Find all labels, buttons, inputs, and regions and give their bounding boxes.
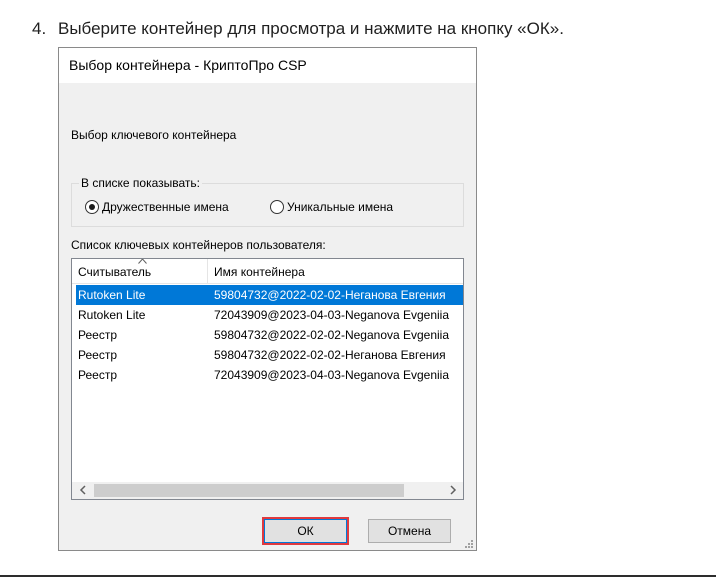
row-reader: Rutoken Lite [78, 288, 146, 302]
column-header-reader[interactable]: Считыватель [78, 265, 151, 279]
column-header-container[interactable]: Имя контейнера [214, 265, 305, 279]
radio-unchecked-icon [270, 200, 284, 214]
group-legend: В списке показывать: [79, 176, 203, 190]
list-row[interactable]: Реестр 59804732@2022-02-02-Неганова Евге… [76, 345, 463, 365]
row-reader: Rutoken Lite [78, 308, 146, 322]
row-reader: Реестр [78, 328, 117, 342]
dialog-titlebar[interactable]: Выбор контейнера - КриптоПро CSP [59, 48, 476, 83]
cancel-button[interactable]: Отмена [368, 519, 451, 543]
row-reader: Реестр [78, 368, 117, 382]
column-divider[interactable] [207, 259, 208, 283]
list-row[interactable]: Rutoken Lite 72043909@2023-04-03-Neganov… [76, 305, 463, 325]
row-reader: Реестр [78, 348, 117, 362]
step-text: Выберите контейнер для просмотра и нажми… [58, 19, 564, 38]
radio-friendly-names[interactable]: Дружественные имена [85, 200, 229, 214]
container-select-dialog: Выбор контейнера - КриптоПро CSP Выбор к… [58, 47, 477, 551]
row-container: 59804732@2022-02-02-Neganova Evgeniia [214, 328, 450, 342]
list-label: Список ключевых контейнеров пользователя… [71, 238, 326, 252]
section-label: Выбор ключевого контейнера [71, 128, 237, 142]
chevron-right-icon[interactable] [444, 482, 461, 499]
list-header: Считыватель Имя контейнера [72, 259, 463, 284]
list-row[interactable]: Реестр 72043909@2023-04-03-Neganova Evge… [76, 365, 463, 385]
container-list[interactable]: Считыватель Имя контейнера Rutoken Lite … [71, 258, 464, 500]
radio-checked-icon [85, 200, 99, 214]
chevron-left-icon[interactable] [74, 482, 91, 499]
radio-unique-names[interactable]: Уникальные имена [270, 200, 393, 214]
radio-unique-names-label: Уникальные имена [287, 200, 394, 214]
row-container: 72043909@2023-04-03-Neganova Evgeniia [214, 368, 450, 382]
divider [0, 575, 716, 577]
ok-button[interactable]: ОК [264, 519, 347, 543]
horizontal-scrollbar[interactable] [72, 482, 463, 499]
row-container: 59804732@2022-02-02-Неганова Евгения [214, 288, 446, 302]
dialog-title: Выбор контейнера - КриптоПро CSP [69, 57, 307, 73]
list-row[interactable]: Реестр 59804732@2022-02-02-Neganova Evge… [76, 325, 463, 345]
scrollbar-thumb[interactable] [94, 484, 404, 497]
instruction-step: 4. Выберите контейнер для просмотра и наж… [32, 18, 564, 40]
row-container: 59804732@2022-02-02-Неганова Евгения [214, 348, 446, 362]
radio-friendly-names-label: Дружественные имена [102, 200, 229, 214]
row-container: 72043909@2023-04-03-Neganova Evgeniia [214, 308, 450, 322]
resize-grip-icon[interactable] [463, 537, 473, 548]
list-row[interactable]: Rutoken Lite 59804732@2022-02-02-Неганов… [76, 285, 463, 305]
show-options-group: В списке показывать: Дружественные имена… [71, 176, 464, 227]
step-number: 4. [32, 19, 47, 38]
